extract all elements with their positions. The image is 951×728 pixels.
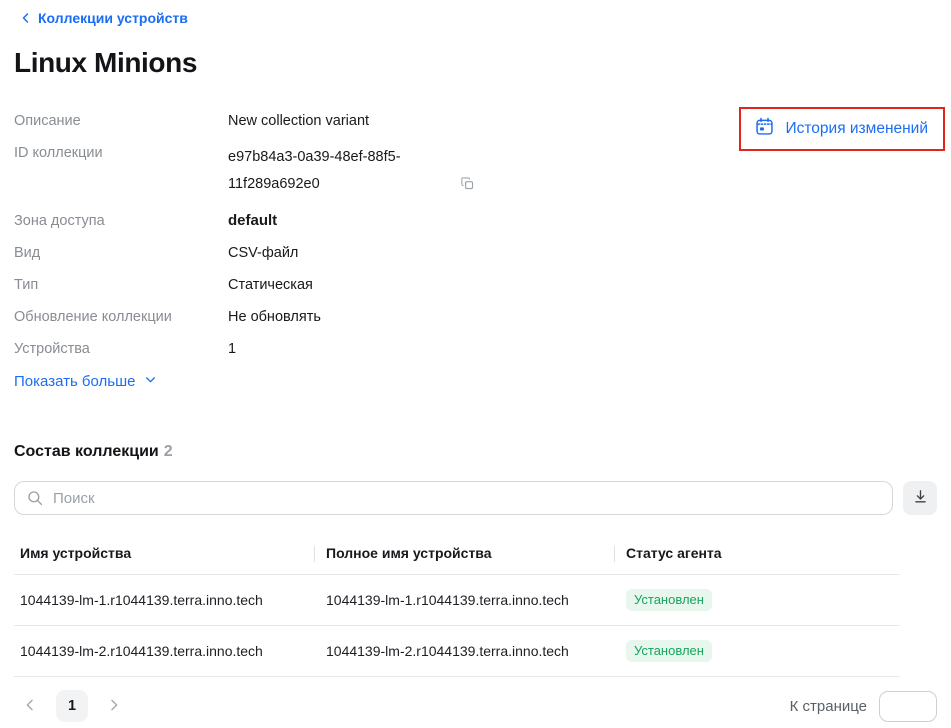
section-count: 2 [164, 443, 173, 460]
info-label: Тип [14, 276, 228, 294]
header-agent-status: Статус агента [614, 533, 900, 575]
goto-page-input[interactable] [879, 691, 937, 722]
next-page-button[interactable] [98, 690, 130, 722]
calendar-history-icon [754, 116, 775, 142]
info-row: Вид CSV-файл [14, 237, 937, 269]
info-label: Устройства [14, 340, 228, 358]
info-row: Устройства 1 [14, 333, 937, 365]
chevron-right-icon [106, 697, 122, 716]
info-value: CSV-файл [228, 245, 298, 261]
agent-status-cell: Установлен [614, 626, 900, 677]
history-button[interactable]: История изменений [741, 109, 943, 149]
goto-page-label: К странице [790, 698, 867, 715]
device-name-cell: 1044139-lm-2.r1044139.terra.inno.tech [14, 626, 314, 677]
device-fullname-cell: 1044139-lm-2.r1044139.terra.inno.tech [314, 626, 614, 677]
info-value: Не обновлять [228, 309, 321, 325]
back-link-label: Коллекции устройств [38, 10, 188, 26]
prev-page-button[interactable] [14, 690, 46, 722]
table-header-row: Имя устройства Полное имя устройства Ста… [14, 533, 900, 575]
download-button[interactable] [903, 481, 937, 515]
pagination: 1 К странице [14, 690, 937, 722]
info-value: 1 [228, 341, 236, 357]
history-button-label: История изменений [785, 120, 928, 138]
device-name-cell: 1044139-lm-1.r1044139.terra.inno.tech [14, 575, 314, 626]
info-label: Обновление коллекции [14, 308, 228, 326]
table-row: 1044139-lm-2.r1044139.terra.inno.tech 10… [14, 626, 900, 677]
download-icon [912, 488, 929, 508]
info-value: e97b84a3-0a39-48ef-88f5-11f289a692e0 [228, 144, 454, 198]
section-title-text: Состав коллекции [14, 443, 159, 460]
back-link[interactable]: Коллекции устройств [20, 10, 188, 26]
info-value: Статическая [228, 277, 313, 293]
info-value: default [228, 212, 277, 229]
chevron-left-icon [22, 697, 38, 716]
info-row: Обновление коллекции Не обновлять [14, 301, 937, 333]
table-row: 1044139-lm-1.r1044139.terra.inno.tech 10… [14, 575, 900, 626]
header-device-fullname: Полное имя устройства [314, 533, 614, 575]
copy-icon[interactable] [460, 176, 475, 196]
header-device-name: Имя устройства [14, 533, 314, 575]
status-badge: Установлен [626, 640, 712, 662]
collection-section-title: Состав коллекции 2 [14, 443, 951, 461]
devices-table: Имя устройства Полное имя устройства Ста… [14, 533, 900, 677]
info-label: Вид [14, 244, 228, 262]
search-box [14, 481, 893, 515]
info-value: New collection variant [228, 113, 369, 129]
info-label: Описание [14, 112, 228, 130]
table-toolbar [14, 481, 937, 515]
show-more-label: Показать больше [14, 373, 135, 390]
device-fullname-cell: 1044139-lm-1.r1044139.terra.inno.tech [314, 575, 614, 626]
info-label: Зона доступа [14, 212, 228, 230]
chevron-down-icon [144, 373, 157, 390]
info-row: Зона доступа default [14, 205, 937, 237]
page-title: Linux Minions [14, 47, 951, 79]
info-label: ID коллекции [14, 144, 228, 162]
chevron-left-icon [20, 12, 32, 24]
history-annotation-box: История изменений [739, 107, 945, 151]
search-input[interactable] [14, 481, 893, 515]
collection-details-page: Коллекции устройств Linux Minions Истори… [0, 0, 951, 728]
current-page-button[interactable]: 1 [56, 690, 88, 722]
info-row: Тип Статическая [14, 269, 937, 301]
status-badge: Установлен [626, 589, 712, 611]
agent-status-cell: Установлен [614, 575, 900, 626]
table-body: 1044139-lm-1.r1044139.terra.inno.tech 10… [14, 575, 900, 677]
show-more-link[interactable]: Показать больше [14, 373, 157, 390]
